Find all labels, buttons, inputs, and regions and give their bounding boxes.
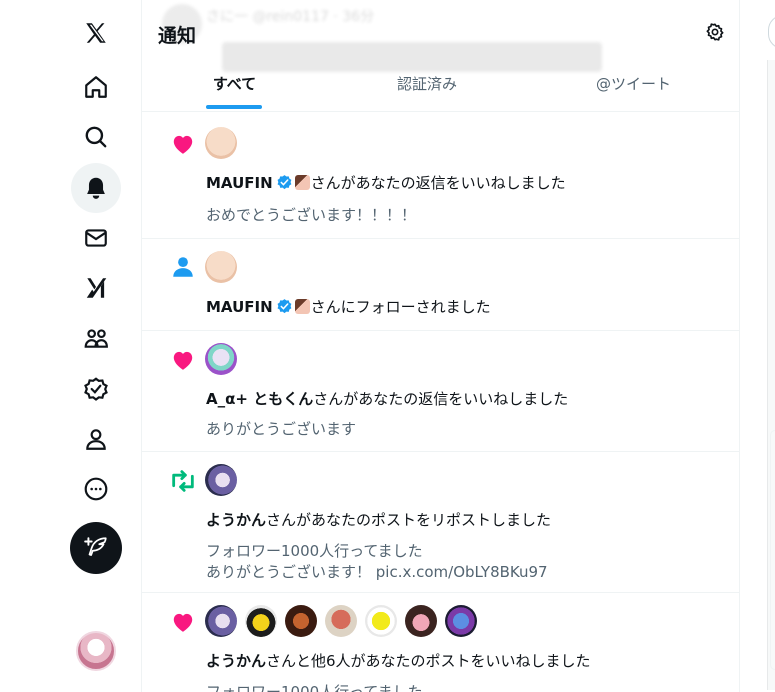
notification-list: MAUFIN さんがあなたの返信をいいねしました おめでとうございます！！！！ M… [142,115,739,692]
notification-action: さんがあなたの返信をいいねしました [313,390,569,408]
post-snippet: フォロワー1000人行ってました [206,682,423,692]
notification-action: さんにフォローされました [310,298,491,316]
user-name[interactable]: A_α+ ともくん [206,390,313,408]
notification-tabs: すべて 認証済み @ツイート [142,56,739,111]
user-name[interactable]: ようかん [206,652,266,670]
notification-item[interactable]: A_α+ ともくんさんがあなたの返信をいいねしました ありがとうございます [142,331,739,452]
notifications-column: さに一 @rein0117 · 36分 通知 すべて 認証済み @ツイート MA… [141,0,740,692]
tab-verified[interactable]: 認証済み [327,56,527,111]
avatar[interactable] [245,605,277,637]
tab-mentions[interactable]: @ツイート [527,56,739,111]
person-icon[interactable] [71,414,121,464]
person-icon [168,252,198,282]
post-snippet-line: ありがとうございます！ pic.x.com/ObLY8BKu97 [206,563,548,581]
post-button[interactable] [70,522,122,574]
right-sidebar-edge [740,0,775,692]
avatar[interactable] [405,605,437,637]
avatar[interactable] [205,343,237,375]
feather-plus-icon [84,537,107,556]
more-circle-icon[interactable] [71,464,121,514]
name-emoji [294,299,310,314]
notification-item[interactable]: ようかんさんがあなたのポストをリポストしました フォロワー1000人行ってました… [142,452,739,593]
people-icon[interactable] [71,313,121,363]
grok-icon[interactable] [71,263,121,313]
avatar[interactable] [285,605,317,637]
avatar[interactable] [205,605,237,637]
notification-action: さんと他6人があなたのポストをいいねしました [266,652,591,670]
name-emoji [294,175,310,190]
verified-badge-icon [277,299,292,314]
verified-badge-icon [277,175,292,190]
heart-icon [168,129,198,159]
avatar[interactable] [205,251,237,283]
notifications-header: さに一 @rein0117 · 36分 通知 すべて 認証済み @ツイート [142,0,739,112]
user-name[interactable]: MAUFIN [206,298,273,316]
user-name[interactable]: ようかん [206,511,266,529]
notification-item[interactable]: MAUFIN さんがあなたの返信をいいねしました おめでとうございます！！！！ [142,115,739,239]
tab-verified-label: 認証済み [396,75,457,93]
sidebar-card [770,430,775,670]
avatar[interactable] [325,605,357,637]
notification-item[interactable]: MAUFIN さんにフォローされました [142,239,739,331]
avatar[interactable] [445,605,477,637]
home-icon[interactable] [71,62,121,112]
tab-all[interactable]: すべて [142,56,327,111]
ghost-text: さに一 @rein0117 · 36分 [206,9,375,25]
avatar[interactable] [205,127,237,159]
gear-icon[interactable] [702,19,728,45]
post-snippet-line: ありがとうございます [206,420,357,438]
post-snippet: おめでとうございます！！！！ [206,205,416,226]
heart-icon [168,345,198,375]
sidebar-nav [0,0,141,692]
notification-text: ようかんさんがあなたのポストをリポストしました [206,509,551,530]
account-avatar[interactable] [76,631,116,671]
post-snippet-line: フォロワー1000人行ってました [206,683,423,692]
notification-action: さんがあなたの返信をいいねしました [310,174,566,192]
notification-text: MAUFIN さんがあなたの返信をいいねしました [206,172,566,193]
post-snippet-line: おめでとうございます！！！！ [206,206,417,224]
notification-text: ようかんさんと他6人があなたのポストをいいねしました [206,650,591,671]
avatar[interactable] [365,605,397,637]
user-name[interactable]: MAUFIN [206,174,273,192]
search-input[interactable] [768,15,775,49]
active-tab-indicator [206,105,262,109]
notification-item[interactable]: ようかんさんと他6人があなたのポストをいいねしました フォロワー1000人行って… [142,593,739,692]
notification-text: MAUFIN さんにフォローされました [206,296,491,317]
bell-icon[interactable] [71,163,121,213]
repost-icon [168,466,198,496]
heart-icon [168,607,198,637]
post-snippet: ありがとうございます [206,419,356,440]
x-logo-icon[interactable] [71,8,121,58]
post-snippet-line: フォロワー1000人行ってました [206,542,423,560]
notification-text: A_α+ ともくんさんがあなたの返信をいいねしました [206,388,568,409]
notification-action: さんがあなたのポストをリポストしました [266,511,552,529]
mail-icon[interactable] [71,213,121,263]
post-snippet: フォロワー1000人行ってました ありがとうございます！ pic.x.com/O… [206,541,548,583]
tab-mentions-label: @ツイート [595,75,671,93]
search-icon[interactable] [71,112,121,162]
verified-icon[interactable] [71,364,121,414]
tab-all-label: すべて [212,75,257,93]
avatar[interactable] [205,464,237,496]
page-title: 通知 [158,25,197,47]
